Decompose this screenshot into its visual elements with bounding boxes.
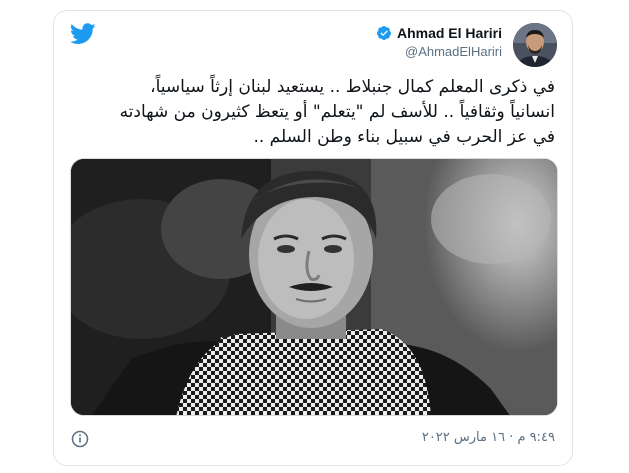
author-name[interactable]: Ahmad El Hariri (397, 25, 502, 41)
author-handle[interactable]: @AhmadElHariri (302, 44, 502, 59)
portrait-image (71, 159, 557, 415)
tweet-card[interactable]: Ahmad El Hariri @AhmadElHariri في ذكرى ا… (53, 10, 573, 466)
tweet-text: في ذكرى المعلم كمال جنبلاط .. يستعيد لبن… (69, 75, 555, 150)
tweet-text-line: في عز الحرب في سبيل بناء وطن السلم .. (253, 127, 555, 147)
author-avatar[interactable] (513, 23, 557, 67)
author-info: Ahmad El Hariri @AhmadElHariri (302, 25, 502, 59)
tweet-text-line: في ذكرى المعلم كمال جنبلاط .. يستعيد لبن… (150, 77, 555, 97)
info-icon[interactable] (71, 430, 89, 448)
tweet-timestamp[interactable]: ٩:٤٩ م · ١٦ مارس ٢٠٢٢ (422, 430, 555, 445)
tweet-text-line: انسانياً وثقافياً .. للأسف لم "يتعلم" أو… (119, 102, 555, 122)
author-name-row: Ahmad El Hariri (302, 25, 502, 41)
tweet-photo[interactable] (70, 158, 558, 416)
verified-badge-icon (376, 26, 391, 40)
twitter-bird-icon[interactable] (70, 23, 96, 45)
